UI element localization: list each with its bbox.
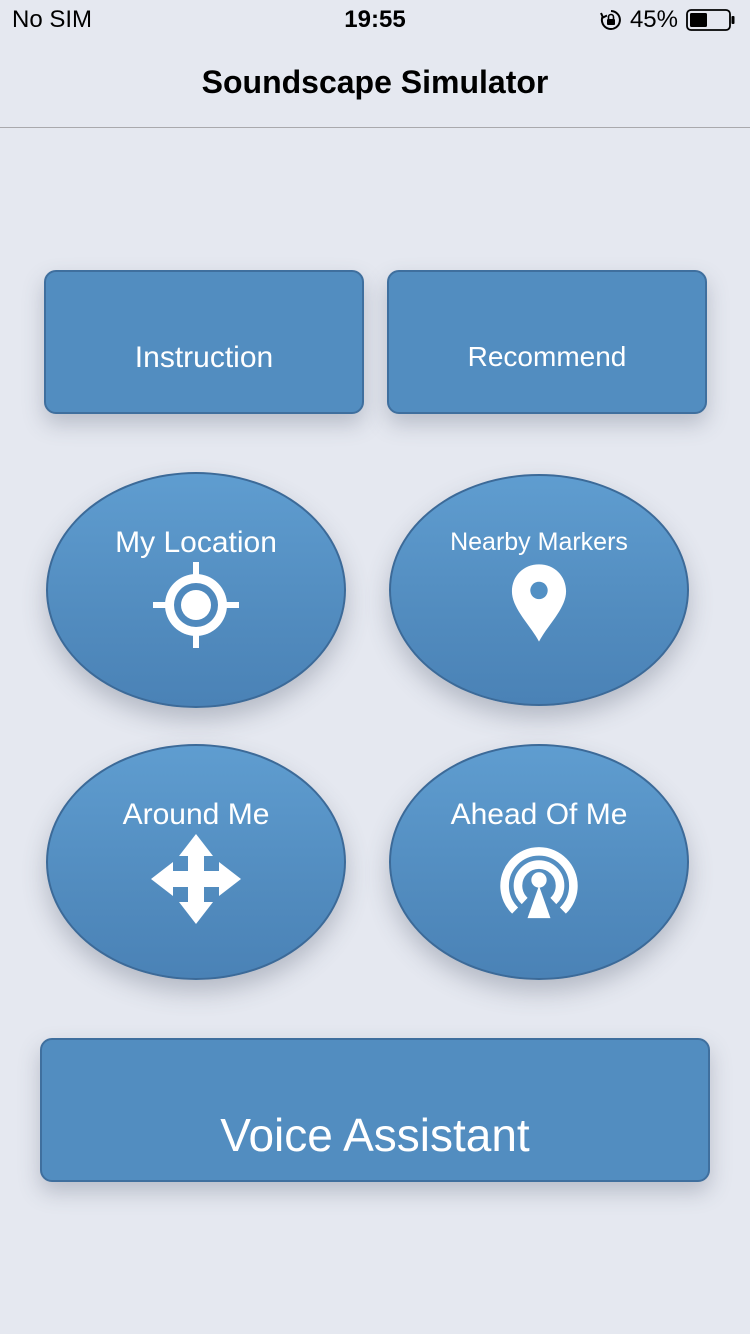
nearby-markers-button[interactable]: Nearby Markers bbox=[389, 474, 689, 706]
battery-icon bbox=[686, 9, 735, 31]
nearby-markers-label: Nearby Markers bbox=[450, 528, 628, 556]
page-title: Soundscape Simulator bbox=[201, 64, 549, 100]
ahead-of-me-label: Ahead Of Me bbox=[450, 798, 628, 831]
status-right-group: 45% bbox=[600, 6, 736, 34]
navigation-bar: Soundscape Simulator bbox=[0, 40, 750, 128]
map-pin-icon bbox=[511, 564, 567, 642]
status-bar: No SIM 19:55 45% bbox=[0, 0, 750, 40]
four-way-arrows-icon bbox=[151, 834, 241, 924]
around-me-button[interactable]: Around Me bbox=[46, 744, 346, 980]
ahead-of-me-button[interactable]: Ahead Of Me bbox=[389, 744, 689, 980]
recommend-label: Recommend bbox=[467, 341, 627, 372]
voice-assistant-button[interactable]: Voice Assistant bbox=[40, 1038, 710, 1182]
broadcast-signal-icon bbox=[500, 847, 578, 919]
voice-assistant-label: Voice Assistant bbox=[220, 1109, 530, 1161]
recommend-button[interactable]: Recommend bbox=[387, 270, 707, 414]
instruction-button[interactable]: Instruction bbox=[44, 270, 364, 414]
orientation-lock-icon bbox=[600, 10, 621, 30]
crosshair-target-icon bbox=[153, 562, 239, 648]
my-location-label: My Location bbox=[115, 526, 277, 559]
my-location-button[interactable]: My Location bbox=[46, 472, 346, 708]
battery-percent: 45% bbox=[629, 6, 678, 33]
around-me-label: Around Me bbox=[122, 798, 270, 831]
instruction-label: Instruction bbox=[134, 341, 274, 374]
